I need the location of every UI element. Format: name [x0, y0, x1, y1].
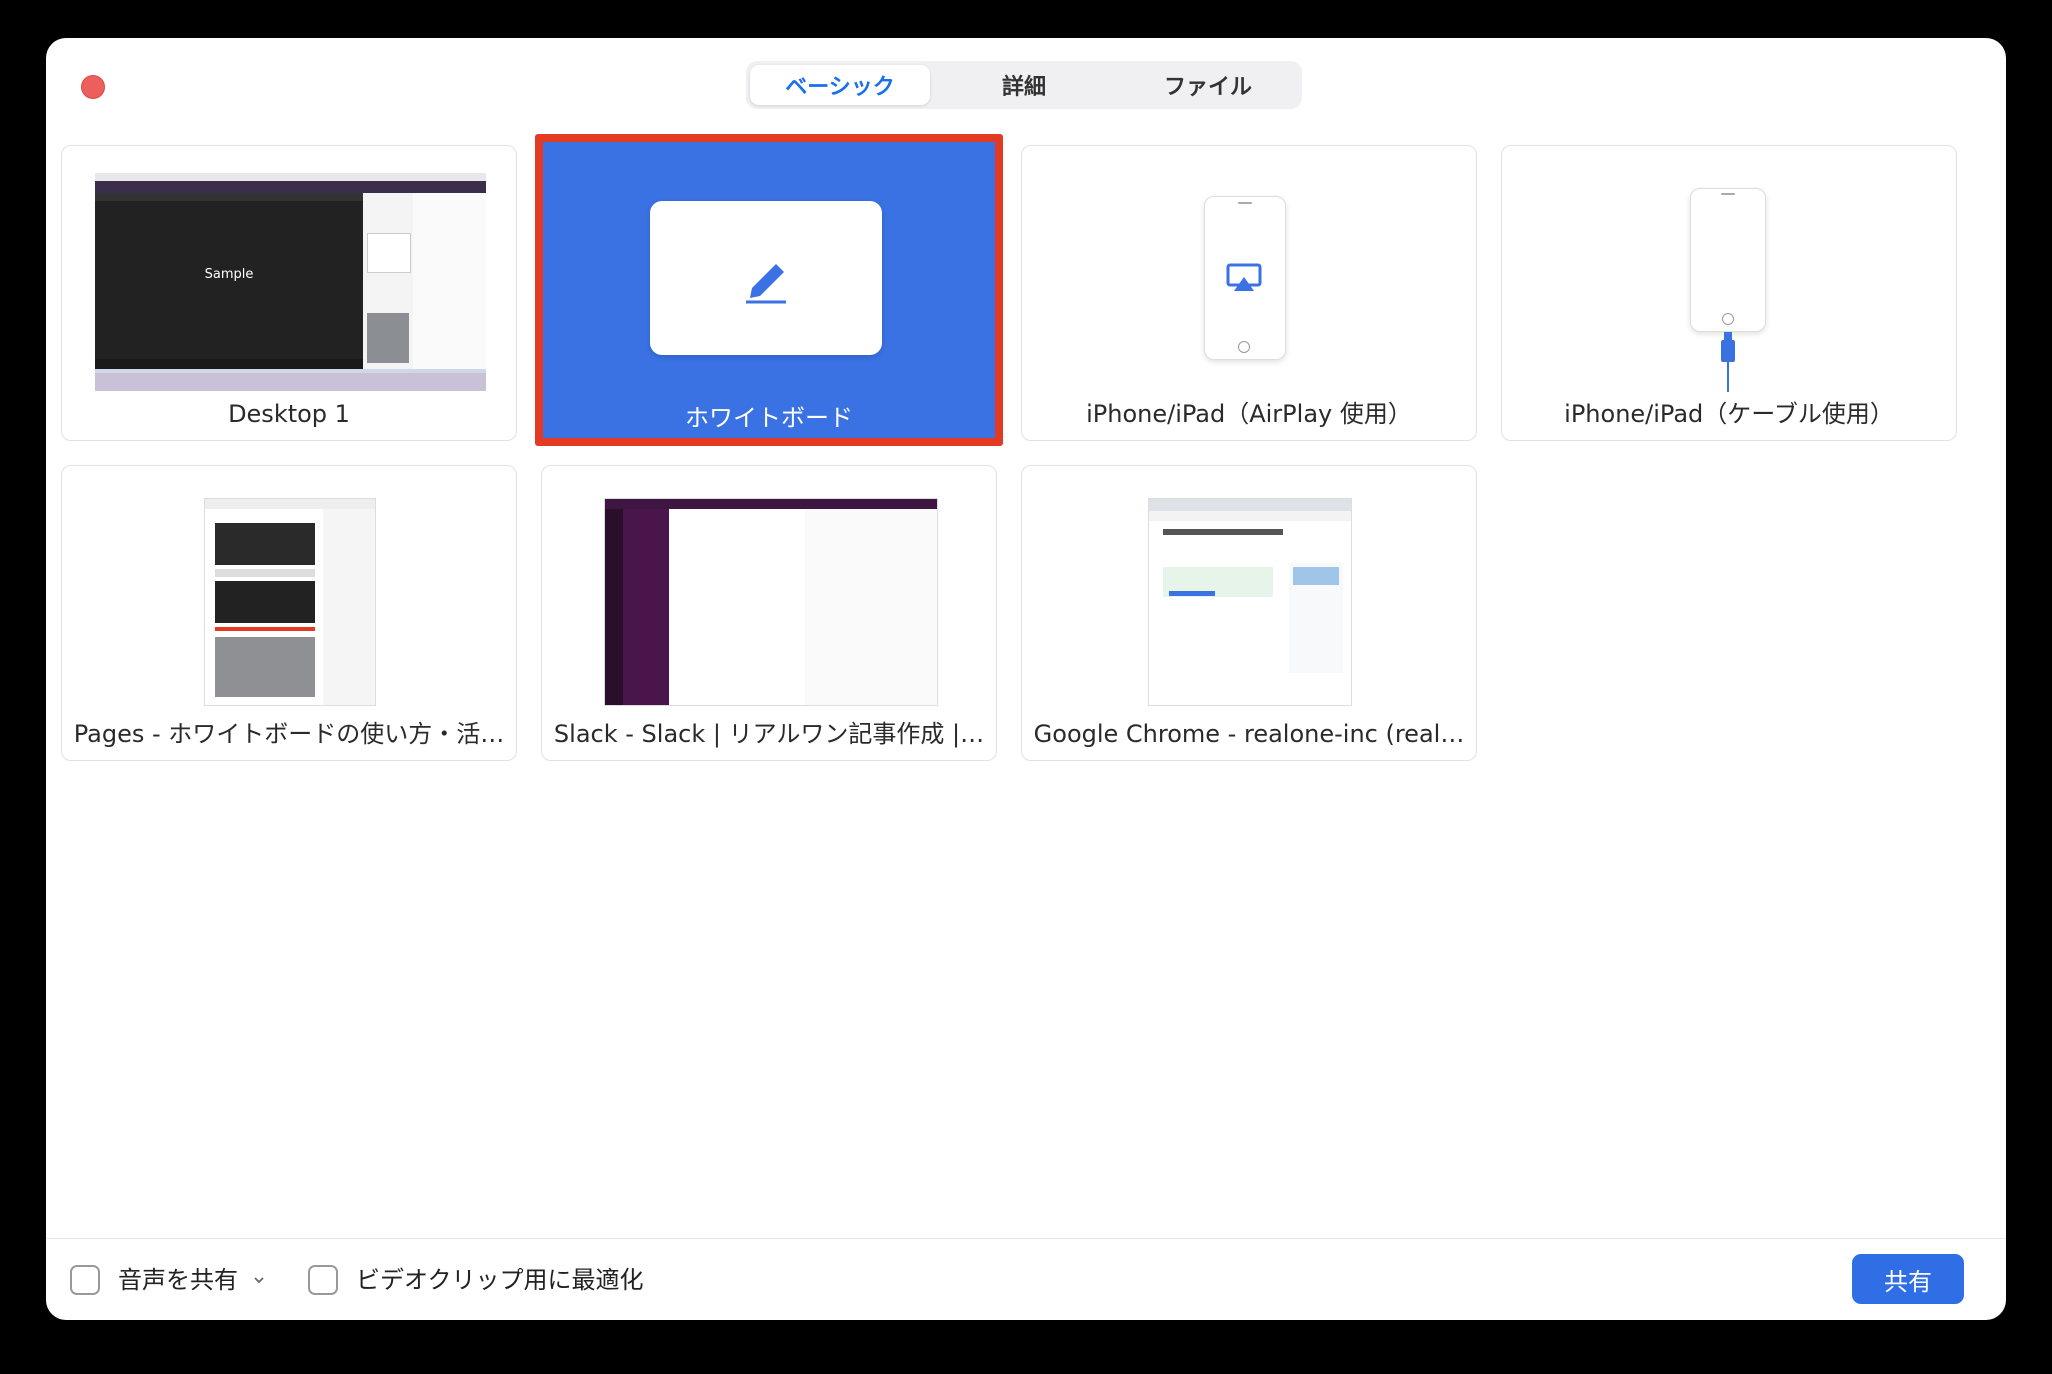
share-item-desktop-1[interactable]: Sample Desktop 1: [61, 145, 517, 441]
share-audio-label: 音声を共有: [118, 1266, 238, 1294]
optimize-video-checkbox[interactable]: [308, 1265, 338, 1295]
share-item-label: iPhone/iPad（AirPlay 使用）: [1086, 400, 1412, 428]
chevron-down-icon[interactable]: [252, 1275, 266, 1285]
share-item-label: Slack - Slack | リアルワン記事作成 |…: [553, 720, 985, 748]
share-button[interactable]: 共有: [1852, 1254, 1964, 1304]
share-item-label: Pages - ホワイトボードの使い方・活…: [73, 720, 505, 748]
share-item-iphone-cable[interactable]: iPhone/iPad（ケーブル使用）: [1501, 145, 1957, 441]
tab-advanced[interactable]: 詳細: [934, 65, 1114, 105]
lightning-cable-icon: [1721, 332, 1735, 392]
share-item-label: ホワイトボード: [685, 404, 853, 432]
sample-text: Sample: [204, 267, 254, 282]
close-icon[interactable]: [81, 75, 105, 99]
iphone-illustration: [1204, 196, 1286, 360]
share-item-pages[interactable]: Pages - ホワイトボードの使い方・活…: [61, 465, 517, 761]
airplay-icon: [1226, 263, 1262, 291]
slack-thumbnail: [604, 498, 938, 706]
tab-bar: ベーシック 詳細 ファイル: [746, 61, 1302, 109]
footer-bar: 音声を共有 ビデオクリップ用に最適化 共有: [46, 1238, 2006, 1320]
tab-basic[interactable]: ベーシック: [750, 65, 930, 105]
share-item-label: Google Chrome - realone-inc (real…: [1033, 720, 1465, 748]
chrome-thumbnail: [1148, 498, 1352, 706]
share-item-chrome[interactable]: Google Chrome - realone-inc (real…: [1021, 465, 1477, 761]
pages-thumbnail: [204, 498, 376, 706]
whiteboard-panel: [650, 201, 882, 355]
share-item-iphone-airplay[interactable]: iPhone/iPad（AirPlay 使用）: [1021, 145, 1477, 441]
share-item-slack[interactable]: Slack - Slack | リアルワン記事作成 |…: [541, 465, 997, 761]
desktop-thumbnail: Sample: [95, 173, 486, 391]
pencil-icon: [746, 264, 786, 304]
share-item-label: iPhone/iPad（ケーブル使用）: [1564, 400, 1894, 428]
share-screen-window: ベーシック 詳細 ファイル Sample Desktop 1 ホワイトボード i…: [46, 38, 2006, 1320]
share-audio-checkbox[interactable]: [70, 1265, 100, 1295]
optimize-video-label: ビデオクリップ用に最適化: [356, 1266, 644, 1294]
tab-files[interactable]: ファイル: [1118, 65, 1298, 105]
share-item-whiteboard[interactable]: ホワイトボード: [535, 134, 1003, 446]
iphone-illustration: [1690, 188, 1766, 332]
share-item-label: Desktop 1: [228, 400, 350, 428]
